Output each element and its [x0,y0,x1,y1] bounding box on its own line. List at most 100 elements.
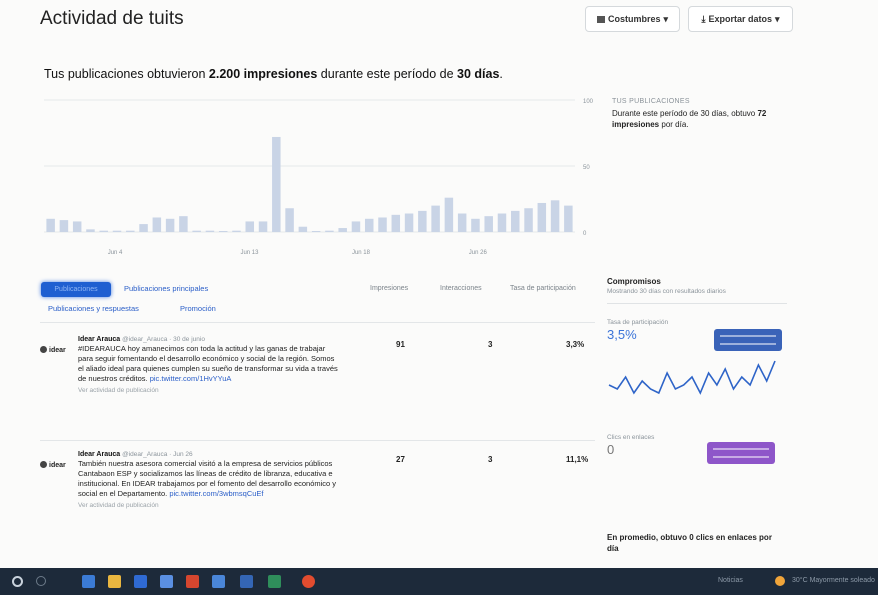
impressions-bar[interactable] [311,231,321,232]
avatar-label: idear [49,347,66,354]
tab-publicaciones[interactable]: Publicaciones [41,282,111,297]
impressions-bar[interactable] [364,218,374,232]
summary-middle: durante este período de [317,67,458,81]
tab-promoted[interactable]: Promoción [180,304,216,313]
chart-legend: TUS PUBLICACIONES Durante este período d… [612,98,812,130]
tray-news[interactable]: Noticias [718,577,743,584]
tweet-link[interactable]: pic.twitter.com/1HvYYuA [150,374,232,383]
tweet-interactions: 3 [488,455,493,464]
impressions-bar[interactable] [59,220,69,232]
impressions-bar[interactable] [418,210,427,232]
cortana-icon[interactable] [82,575,95,588]
tweet-author: Idear Arauca @idear_Arauca · 30 de junio [78,336,338,343]
impressions-bar[interactable] [564,205,573,232]
file-explorer-icon[interactable] [108,575,121,588]
impressions-bar[interactable] [232,230,241,232]
impressions-bar[interactable] [112,230,122,232]
engagement-subtitle: Mostrando 30 días con resultados diarios [607,288,726,295]
impressions-bar[interactable] [550,200,560,232]
summary-suffix: . [499,67,503,81]
impressions-bar[interactable] [457,213,467,232]
tweet-author: Idear Arauca @idear_Arauca · Jun 26 [78,451,338,458]
impressions-bar[interactable] [258,221,268,232]
tweet-impressions: 91 [396,340,405,349]
impressions-bar[interactable] [404,213,414,232]
impressions-bar[interactable] [511,210,520,232]
author-handle: @idear_Arauca · 30 de junio [122,336,205,343]
weather-icon [775,576,785,586]
export-data-button[interactable]: ⤓ Exportar datos ▾ [688,6,793,32]
impressions-chart: 100 50 0 Jun 4 Jun 13 Jun 18 Jun 26 [40,92,600,267]
store-icon[interactable] [160,575,173,588]
impressions-bar[interactable] [325,230,334,232]
browser-icon[interactable] [134,575,147,588]
start-icon[interactable] [12,576,23,587]
excel-icon[interactable] [268,575,281,588]
x-tick-label: Jun 18 [352,250,371,256]
windows-taskbar: Noticias 30°C Mayormente soleado [0,568,878,595]
view-activity-link[interactable]: Ver actividad de publicación [78,502,338,509]
impressions-bar[interactable] [524,208,533,232]
impressions-bar[interactable] [72,221,82,232]
impressions-bar[interactable] [126,230,135,232]
impressions-bar[interactable] [431,205,440,232]
impressions-bar[interactable] [285,208,294,232]
summary-prefix: Tus publicaciones obtuvieron [44,67,209,81]
avatar-label: idear [49,462,66,469]
impressions-bar[interactable] [152,217,162,232]
x-tick-label: Jun 4 [108,250,123,256]
impressions-bar[interactable] [46,218,55,232]
tab-posts-and-replies[interactable]: Publicaciones y respuestas [48,304,139,313]
tab-top-posts[interactable]: Publicaciones principales [124,284,208,293]
impressions-bar[interactable] [165,218,175,232]
tray-weather[interactable]: 30°C Mayormente soleado [792,577,875,584]
link-clicks-label: Clics en enlaces [607,434,655,441]
impressions-bar[interactable] [298,226,308,232]
impressions-bar[interactable] [391,214,401,232]
chrome-icon[interactable] [302,575,315,588]
impressions-bar[interactable] [139,224,148,232]
impressions-bar[interactable] [272,136,281,232]
impressions-bar[interactable] [484,216,493,232]
impressions-chart-svg: 100 50 0 Jun 4 Jun 13 Jun 18 Jun 26 [44,99,594,256]
legend-text: Durante este período de 30 días, obtuvo … [612,108,812,130]
avatar: idear [40,461,66,469]
x-tick-label: Jun 26 [469,250,488,256]
impressions-bar[interactable] [444,197,454,232]
divider [40,322,595,323]
engagement-panel: Compromisos Mostrando 30 días con result… [607,277,787,464]
chevron-down-icon: ▾ [774,13,780,24]
sparkline-path [608,360,776,395]
tab-publicaciones-label: Publicaciones [54,286,98,293]
impressions-bar[interactable] [179,216,188,232]
impressions-bar[interactable] [192,230,201,232]
app-icon[interactable] [212,575,225,588]
impressions-bar[interactable] [338,228,347,232]
download-icon: ⤓ [701,13,706,24]
word-icon[interactable] [240,575,253,588]
impressions-bar[interactable] [537,202,547,232]
custom-range-button[interactable]: Costumbres ▾ [585,6,680,32]
tweet-body: Idear Arauca @idear_Arauca · 30 de junio… [78,336,338,394]
mail-icon[interactable] [186,575,199,588]
impressions-bar[interactable] [218,231,228,232]
view-activity-link[interactable]: Ver actividad de publicación [78,387,338,394]
impressions-bar[interactable] [378,217,387,232]
impressions-bar[interactable] [99,230,108,232]
impressions-bar[interactable] [245,221,255,232]
search-icon[interactable] [36,576,46,586]
impressions-bar[interactable] [205,230,215,232]
x-tick-label: Jun 13 [240,250,259,256]
export-data-label: Exportar datos [708,14,772,24]
impressions-bar[interactable] [351,221,361,232]
engagement-sparkline [608,360,776,395]
tweet-link[interactable]: pic.twitter.com/3wbmsqCuEf [169,489,263,498]
engagement-rate-card: Tasa de participación 3,5% [607,319,787,395]
custom-range-label: Costumbres [607,14,661,24]
impressions-bar[interactable] [497,213,507,232]
impressions-bar[interactable] [471,218,480,232]
author-handle: @idear_Arauca · Jun 26 [122,451,193,458]
impressions-bar[interactable] [86,229,95,232]
y-tick-label: 100 [583,99,594,105]
tweet-impressions: 27 [396,455,405,464]
